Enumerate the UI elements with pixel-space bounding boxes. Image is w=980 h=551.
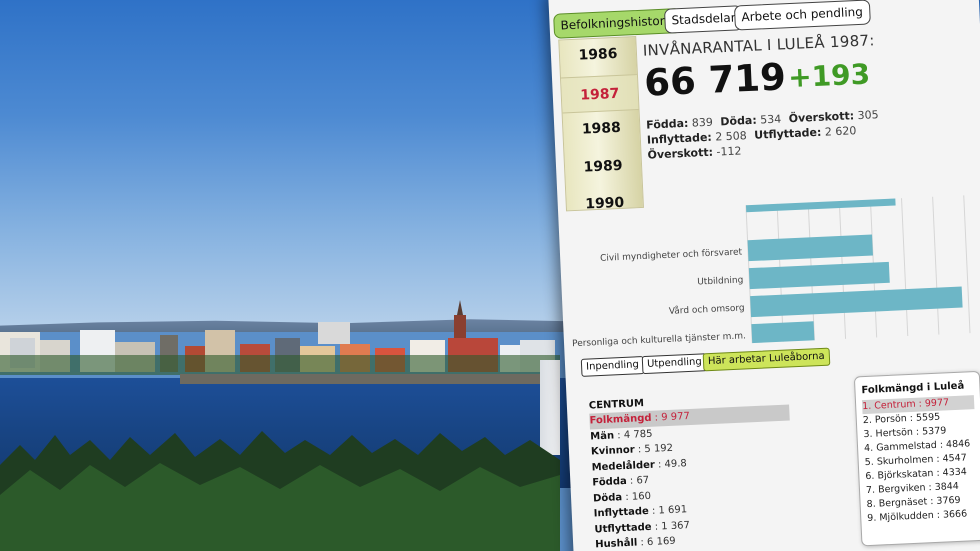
year-scroller[interactable]: 1986 1987 1988 1989 1990 xyxy=(558,36,644,212)
population-toplist: Folkmängd i Luleå 1. Centrum : 9977 2. Po… xyxy=(853,370,980,547)
outmigration-label: Utflyttade xyxy=(753,125,818,142)
district-stat-value: : 1 691 xyxy=(648,504,688,517)
category-label: Utbildning xyxy=(697,275,744,287)
district-stat-value: : 1 367 xyxy=(651,519,691,533)
bar[interactable] xyxy=(751,321,815,346)
year-1986[interactable]: 1986 xyxy=(559,41,636,68)
population-change: +193 xyxy=(787,57,871,95)
x-tick-label: 3 000 xyxy=(833,349,859,351)
subtab-har-arbetar-luleaborna[interactable]: Här arbetar Luleåborna xyxy=(702,347,831,372)
grid-line xyxy=(901,198,909,343)
x-tick-label: 7 000 xyxy=(958,344,980,352)
district-stat-value: : 6 169 xyxy=(637,535,676,549)
births-value: 839 xyxy=(691,115,714,130)
category-label: Personliga och kulturella tjänster m.m. xyxy=(572,331,746,349)
district-stat-value: : 67 xyxy=(626,474,650,487)
subtab-inpendling[interactable]: Inpendling xyxy=(580,356,645,377)
infographic-card: Befolkningshistorik Stadsdelar Arbete oc… xyxy=(548,0,980,551)
bar[interactable] xyxy=(750,286,963,318)
category-label: Civil myndigheter och försvaret xyxy=(600,247,743,263)
category-label: Vård och omsorg xyxy=(669,302,745,316)
bar[interactable] xyxy=(745,198,896,213)
toplist-title: Folkmängd i Luleå xyxy=(861,380,965,397)
district-stat-label: Inflyttade xyxy=(593,505,650,520)
district-stat-label: Folkmängd xyxy=(589,412,652,427)
district-stat-value: : 160 xyxy=(621,490,652,503)
district-stat-label: Män xyxy=(590,429,615,443)
district-stat-value: : 5 192 xyxy=(634,442,674,456)
bar[interactable] xyxy=(747,234,873,262)
deaths-value: 534 xyxy=(759,112,782,127)
migration-surplus-label: Överskott xyxy=(647,145,709,162)
year-1989[interactable]: 1989 xyxy=(565,153,642,180)
tab-befolkningshistorik[interactable]: Befolkningshistorik xyxy=(553,7,683,39)
surplus-value: 305 xyxy=(857,108,879,123)
district-stat-label: Födda xyxy=(592,475,627,489)
district-stat-label: Döda xyxy=(592,491,623,504)
births-label: Födda xyxy=(645,116,685,132)
district-stat-label: Kvinnor xyxy=(590,444,635,458)
district-stat-value: : 4 785 xyxy=(613,428,653,441)
migration-surplus-value: -112 xyxy=(716,144,742,159)
district-stat-value: : 49.8 xyxy=(654,457,688,471)
shoreline xyxy=(180,374,550,384)
x-tick-label: 5 000 xyxy=(895,346,921,351)
district-stat-label: Utflyttade xyxy=(594,521,652,535)
district-panel: CENTRUM Folkmängd : 9 977 Män : 4 785 Kvin… xyxy=(589,389,856,551)
district-stat-label: Medelålder xyxy=(591,459,656,474)
subtab-utpendling[interactable]: Utpendling xyxy=(641,353,708,375)
year-1988[interactable]: 1988 xyxy=(563,115,640,142)
bar[interactable] xyxy=(748,261,890,290)
tab-arbete-och-pendling[interactable]: Arbete och pendling xyxy=(733,0,871,31)
city-skyline xyxy=(0,300,560,375)
inmigration-value: 2 508 xyxy=(714,129,748,144)
grid-line xyxy=(932,196,940,341)
year-1987[interactable]: 1987 xyxy=(560,74,639,114)
population-number: 66 719 xyxy=(643,55,787,105)
tab-stadsdelar[interactable]: Stadsdelar xyxy=(663,5,744,34)
x-tick-label: 4 000 xyxy=(864,348,890,351)
x-tick-label: 6 000 xyxy=(927,345,953,351)
outmigration-value: 2 620 xyxy=(824,124,857,139)
population-stats: Födda: 839 Döda: 534 Överskott: 305 Infl… xyxy=(645,108,879,162)
employment-bar-chart: 01 0002 0003 0004 0005 0006 0007 000Civi… xyxy=(572,195,980,352)
grid-line xyxy=(963,195,971,340)
deaths-label: Döda xyxy=(720,113,753,129)
district-stat-label: Hushåll xyxy=(594,537,638,551)
district-stat-value: : 9 977 xyxy=(651,411,691,424)
